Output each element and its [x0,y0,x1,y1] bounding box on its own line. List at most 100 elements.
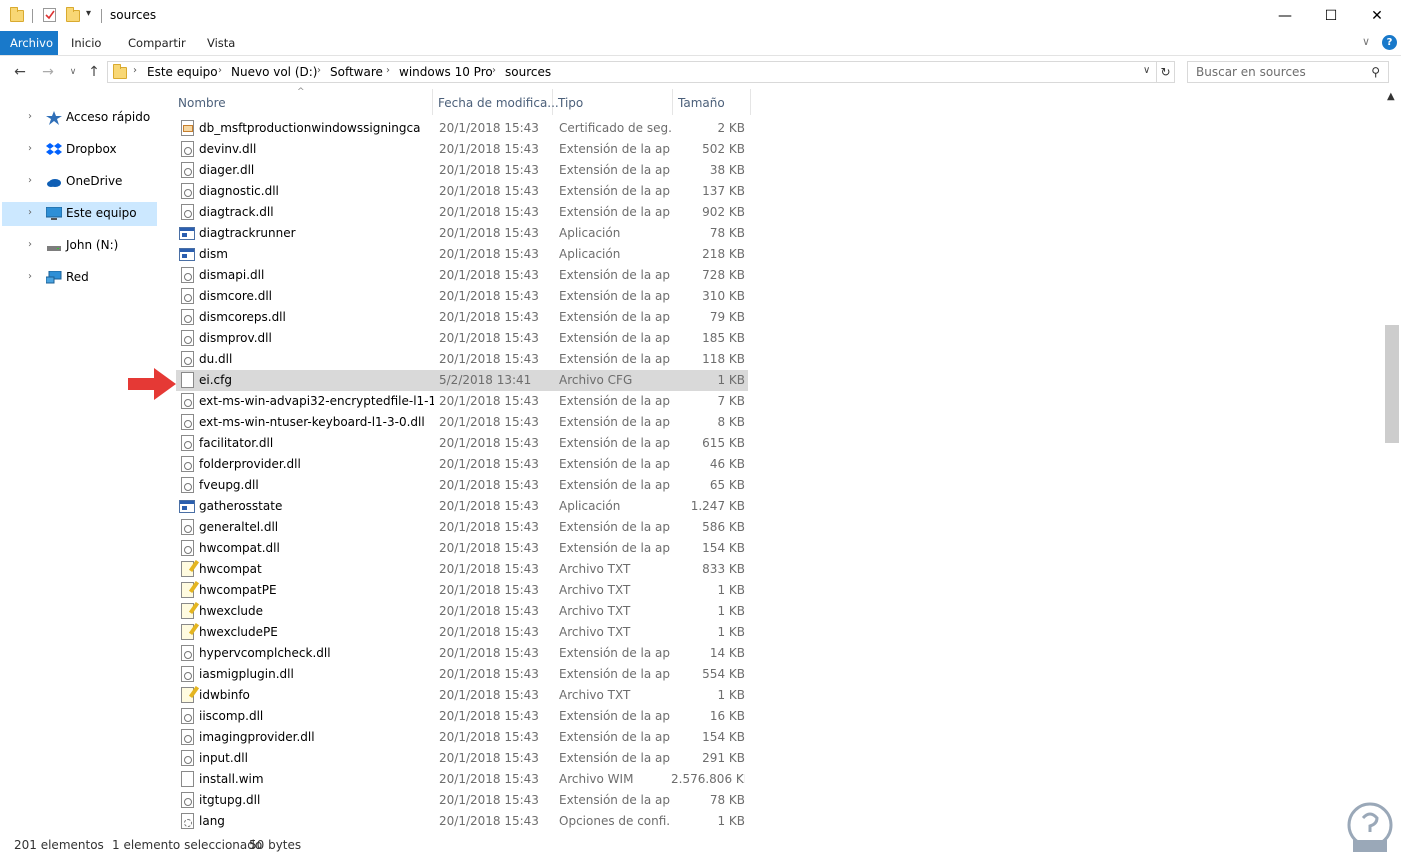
scrollbar-thumb[interactable] [1385,325,1399,443]
table-row[interactable]: ei.cfg 5/2/2018 13:41 Archivo CFG 1 KB [176,370,748,391]
file-name: dismprov.dll [199,331,272,345]
table-row[interactable]: iasmigplugin.dll 20/1/2018 15:43 Extensión… [176,664,748,685]
sidebar-item-dropbox[interactable]: › Dropbox [2,138,157,162]
table-row[interactable]: ext-ms-win-ntuser-keyboard-l1-3-0.dll 20/… [176,412,748,433]
sidebar-item-red[interactable]: › Red [2,266,157,290]
chevron-right-icon[interactable]: › [492,65,496,76]
status-bar: 201 elementos 1 elemento seleccionado 50… [0,835,1401,857]
scroll-up-icon[interactable]: ▲ [1387,91,1395,102]
table-row[interactable]: fveupg.dll 20/1/2018 15:43 Extensión de la… [176,475,748,496]
table-row[interactable]: db_msftproductionwindowssigningca 20/1/20… [176,118,748,139]
table-row[interactable]: lang 20/1/2018 15:43 Opciones de confi... 1… [176,811,748,832]
file-type: Archivo CFG [559,373,633,387]
tab-compartir[interactable]: Compartir [118,31,196,55]
dll-file-icon [181,414,194,430]
recent-locations-icon[interactable]: ∨ [63,62,83,82]
vertical-scrollbar[interactable]: ▲ [1383,89,1401,831]
breadcrumb-sources[interactable]: sources [505,65,551,79]
help-icon[interactable]: ? [1382,35,1397,50]
tab-inicio[interactable]: Inicio [61,31,111,55]
minimize-button[interactable]: — [1262,0,1308,31]
table-row[interactable]: ext-ms-win-advapi32-encryptedfile-l1-1-.… [176,391,748,412]
status-selection: 1 elemento seleccionado [112,838,263,852]
chevron-right-icon[interactable]: › [28,175,32,186]
table-row[interactable]: folderprovider.dll 20/1/2018 15:43 Extensi… [176,454,748,475]
table-row[interactable]: du.dll 20/1/2018 15:43 Extensión de la apl… [176,349,748,370]
table-row[interactable]: idwbinfo 20/1/2018 15:43 Archivo TXT 1 KB [176,685,748,706]
sidebar-item-onedrive[interactable]: › OneDrive [2,170,157,194]
column-header-name[interactable]: ^ Nombre [173,87,433,115]
sidebar-item-john[interactable]: › John (N:) [2,234,157,258]
table-row[interactable]: facilitator.dll 20/1/2018 15:43 Extensión … [176,433,748,454]
table-row[interactable]: devinv.dll 20/1/2018 15:43 Extensión de la… [176,139,748,160]
maximize-button[interactable]: ☐ [1308,0,1354,31]
search-icon[interactable]: ⚲ [1371,65,1380,79]
refresh-icon[interactable]: ↻ [1157,61,1175,83]
chevron-right-icon[interactable]: › [28,143,32,154]
table-row[interactable]: diagtrack.dll 20/1/2018 15:43 Extensión de… [176,202,748,223]
table-row[interactable]: gatherosstate 20/1/2018 15:43 Aplicación 1.… [176,496,748,517]
table-row[interactable]: dismcoreps.dll 20/1/2018 15:43 Extensión d… [176,307,748,328]
table-row[interactable]: hwcompat.dll 20/1/2018 15:43 Extensión de … [176,538,748,559]
dll-file-icon [181,540,194,556]
table-row[interactable]: iiscomp.dll 20/1/2018 15:43 Extensión de l… [176,706,748,727]
table-row[interactable]: generaltel.dll 20/1/2018 15:43 Extensión d… [176,517,748,538]
folder-icon[interactable] [10,7,24,22]
breadcrumb-windows-10-pro[interactable]: windows 10 Pro [399,65,493,79]
table-row[interactable]: hwcompat 20/1/2018 15:43 Archivo TXT 833 KB [176,559,748,580]
sidebar-item-acceso-rapido[interactable]: › Acceso rápido [2,106,157,130]
chevron-right-icon[interactable]: › [317,65,321,76]
table-row[interactable]: hwexcludePE 20/1/2018 15:43 Archivo TXT 1 K… [176,622,748,643]
forward-arrow-icon[interactable]: → [38,62,58,82]
tab-archivo[interactable]: Archivo [0,31,58,55]
up-arrow-icon[interactable]: ↑ [84,62,104,82]
table-row[interactable]: install.wim 20/1/2018 15:43 Archivo WIM 2.5… [176,769,748,790]
new-folder-icon[interactable] [66,7,80,22]
table-row[interactable]: dismcore.dll 20/1/2018 15:43 Extensión de … [176,286,748,307]
address-dropdown-icon[interactable]: ∨ [1143,65,1150,76]
properties-icon[interactable] [43,8,56,22]
table-row[interactable]: dismprov.dll 20/1/2018 15:43 Extensión de … [176,328,748,349]
cloud-icon [46,175,62,189]
table-row[interactable]: itgtupg.dll 20/1/2018 15:43 Extensión de l… [176,790,748,811]
sidebar-item-este-equipo[interactable]: › Este equipo [2,202,157,226]
close-button[interactable]: ✕ [1354,0,1400,31]
file-name: hwcompatPE [199,583,277,597]
file-size: 14 KB [709,646,745,660]
table-row[interactable]: dismapi.dll 20/1/2018 15:43 Extensión de l… [176,265,748,286]
chevron-right-icon[interactable]: › [28,111,32,122]
column-header-date[interactable]: Fecha de modifica... [433,89,559,115]
dll-file-icon [181,456,194,472]
back-arrow-icon[interactable]: ← [10,62,30,82]
breadcrumb-este-equipo[interactable]: Este equipo [147,65,218,79]
dll-file-icon [181,393,194,409]
table-row[interactable]: hwcompatPE 20/1/2018 15:43 Archivo TXT 1 KB [176,580,748,601]
file-date: 20/1/2018 15:43 [439,436,539,450]
breadcrumb-nuevo-vol[interactable]: Nuevo vol (D:) [231,65,317,79]
chevron-right-icon[interactable]: › [28,271,32,282]
table-row[interactable]: hwexclude 20/1/2018 15:43 Archivo TXT 1 KB [176,601,748,622]
chevron-right-icon[interactable]: › [218,65,222,76]
chevron-right-icon[interactable]: › [386,65,390,76]
table-row[interactable]: imagingprovider.dll 20/1/2018 15:43 Extens… [176,727,748,748]
address-bar[interactable]: › Este equipo › Nuevo vol (D:) › Softwar… [107,61,1157,83]
customize-toolbar-icon[interactable]: ▾ [86,8,91,19]
chevron-right-icon[interactable]: › [133,65,137,76]
table-row[interactable]: input.dll 20/1/2018 15:43 Extensión de la … [176,748,748,769]
expand-ribbon-icon[interactable]: ∨ [1362,35,1370,48]
table-row[interactable]: dism 20/1/2018 15:43 Aplicación 218 KB [176,244,748,265]
text-file-icon [181,687,194,703]
table-row[interactable]: diager.dll 20/1/2018 15:43 Extensión de la… [176,160,748,181]
column-header-size[interactable]: Tamaño [673,89,751,115]
breadcrumb-software[interactable]: Software [330,65,383,79]
tab-vista[interactable]: Vista [197,31,245,55]
file-size: 2.576.806 KB [671,772,745,786]
table-row[interactable]: hypervcomplcheck.dll 20/1/2018 15:43 Exten… [176,643,748,664]
column-header-type[interactable]: Tipo [553,89,673,115]
table-row[interactable]: diagnostic.dll 20/1/2018 15:43 Extensión d… [176,181,748,202]
chevron-right-icon[interactable]: › [28,207,32,218]
file-size: 38 KB [709,163,745,177]
table-row[interactable]: diagtrackrunner 20/1/2018 15:43 Aplicación… [176,223,748,244]
search-input[interactable]: Buscar en sources ⚲ [1187,61,1389,83]
chevron-right-icon[interactable]: › [28,239,32,250]
